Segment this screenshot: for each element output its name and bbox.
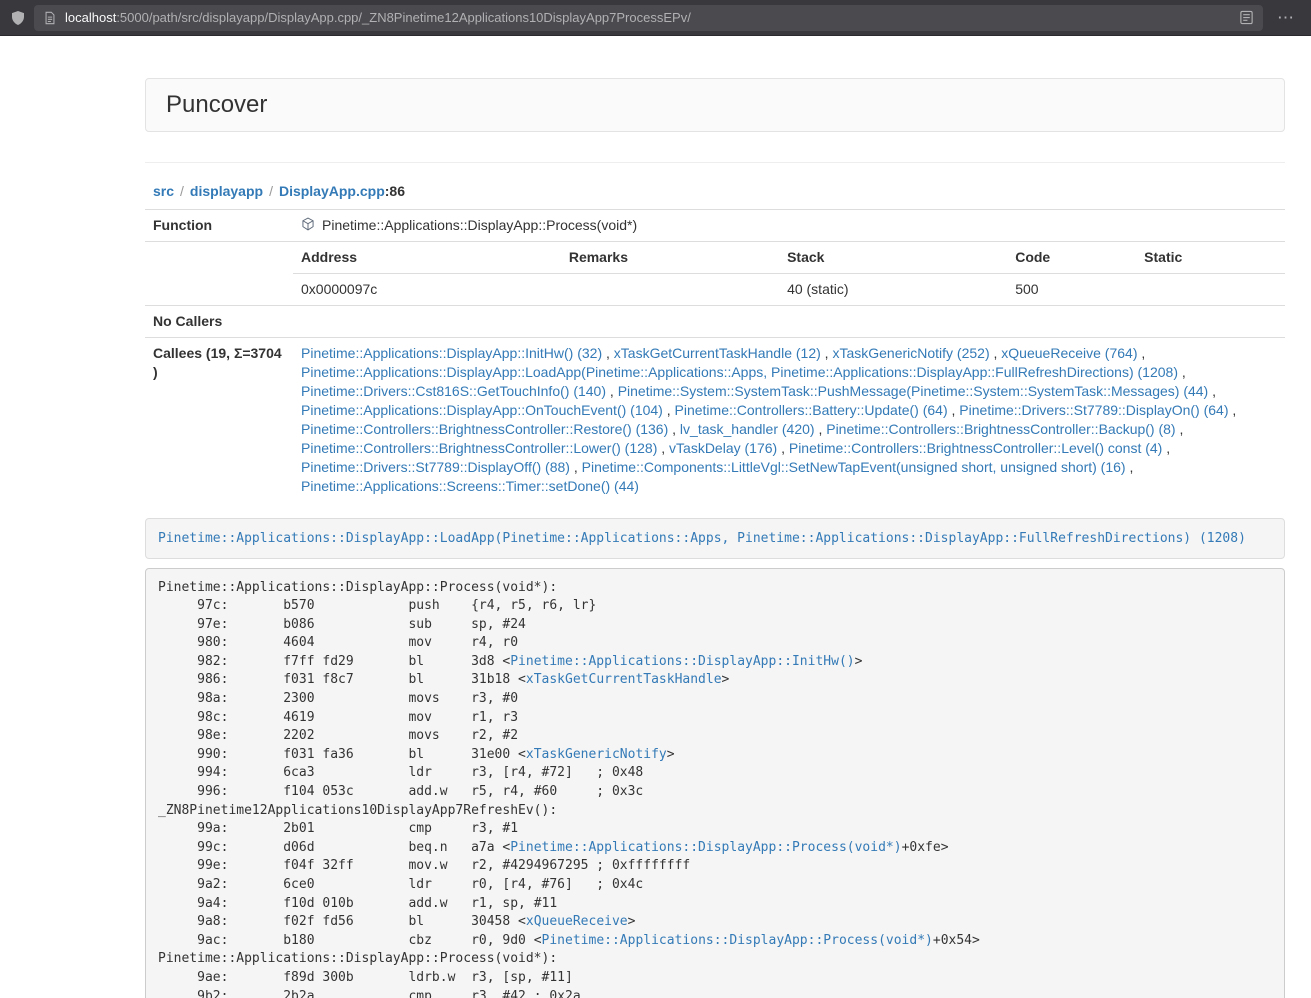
static-value xyxy=(1136,274,1285,306)
metrics-values-row: 0x0000097c 40 (static) 500 xyxy=(293,274,1285,306)
no-callers-row: No Callers xyxy=(145,306,1285,338)
callee-link[interactable]: xTaskGenericNotify (252) xyxy=(832,345,989,361)
page-info-icon[interactable] xyxy=(43,11,57,25)
col-header-address: Address xyxy=(293,242,561,274)
disassembly-block: Pinetime::Applications::DisplayApp::Proc… xyxy=(145,568,1285,998)
callee-link[interactable]: Pinetime::Drivers::Cst816S::GetTouchInfo… xyxy=(301,383,606,399)
col-header-code: Code xyxy=(1007,242,1136,274)
function-name: Pinetime::Applications::DisplayApp::Proc… xyxy=(322,216,637,235)
callee-link[interactable]: xQueueReceive (764) xyxy=(1001,345,1137,361)
callee-link[interactable]: Pinetime::Controllers::BrightnessControl… xyxy=(301,440,657,456)
callee-link[interactable]: vTaskDelay (176) xyxy=(669,440,777,456)
breadcrumb-link-src[interactable]: src xyxy=(153,183,174,199)
reader-mode-icon[interactable] xyxy=(1239,10,1254,25)
symbol-link[interactable]: xTaskGetCurrentTaskHandle xyxy=(526,672,722,687)
url-host: localhost xyxy=(65,10,116,25)
page-title-panel: Puncover xyxy=(145,78,1285,132)
url-bar[interactable]: localhost:5000/path/src/displayapp/Displ… xyxy=(34,5,1263,31)
callee-link[interactable]: Pinetime::Drivers::St7789::DisplayOn() (… xyxy=(959,402,1228,418)
callee-link[interactable]: Pinetime::Applications::DisplayApp::OnTo… xyxy=(301,402,663,418)
callee-link[interactable]: Pinetime::System::SystemTask::PushMessag… xyxy=(618,383,1209,399)
callee-link[interactable]: Pinetime::Applications::DisplayApp::Load… xyxy=(301,364,1178,380)
breadcrumb-line-number: :86 xyxy=(385,183,405,199)
page-title: Puncover xyxy=(166,91,1264,119)
symbol-link[interactable]: Pinetime::Applications::DisplayApp::Proc… xyxy=(542,933,933,948)
callee-link[interactable]: xTaskGetCurrentTaskHandle (12) xyxy=(614,345,821,361)
metrics-table: Address Remarks Stack Code Static 0x0000… xyxy=(293,242,1285,305)
callee-link[interactable]: lv_task_handler (420) xyxy=(680,421,815,437)
url-path: :5000/path/src/displayapp/DisplayApp.cpp… xyxy=(116,10,691,25)
callee-link[interactable]: Pinetime::Controllers::BrightnessControl… xyxy=(826,421,1175,437)
symbol-link[interactable]: Pinetime::Applications::DisplayApp::Init… xyxy=(510,654,854,669)
breadcrumb-separator: / xyxy=(180,183,184,199)
function-table: Function Pinetime::Applications::Display… xyxy=(145,209,1285,502)
breadcrumb-link-displayapp[interactable]: displayapp xyxy=(190,183,263,199)
callee-link[interactable]: Pinetime::Controllers::BrightnessControl… xyxy=(301,421,668,437)
callee-panel-heading-link[interactable]: Pinetime::Applications::DisplayApp::Load… xyxy=(158,531,1246,546)
remarks-value xyxy=(561,274,779,306)
col-header-stack: Stack xyxy=(779,242,1007,274)
breadcrumb-link-file[interactable]: DisplayApp.cpp xyxy=(279,183,385,199)
col-header-remarks: Remarks xyxy=(561,242,779,274)
breadcrumb: src / displayapp / DisplayApp.cpp:86 xyxy=(145,183,1285,199)
stack-value: 40 (static) xyxy=(779,274,1007,306)
callees-row: Callees (19, Σ=3704 ) Pinetime::Applicat… xyxy=(145,338,1285,503)
function-row-label: Function xyxy=(145,210,293,242)
no-callers-label: No Callers xyxy=(145,306,293,338)
callee-link[interactable]: Pinetime::Applications::DisplayApp::Init… xyxy=(301,345,602,361)
col-header-static: Static xyxy=(1136,242,1285,274)
divider xyxy=(145,162,1285,163)
function-row: Function Pinetime::Applications::Display… xyxy=(145,210,1285,242)
symbol-link[interactable]: Pinetime::Applications::DisplayApp::Proc… xyxy=(510,840,901,855)
callee-link[interactable]: Pinetime::Applications::Screens::Timer::… xyxy=(301,478,639,494)
callee-link[interactable]: Pinetime::Components::LittleVgl::SetNewT… xyxy=(582,459,1126,475)
callees-list: Pinetime::Applications::DisplayApp::Init… xyxy=(293,338,1285,503)
symbol-link[interactable]: xQueueReceive xyxy=(526,914,628,929)
address-value: 0x0000097c xyxy=(293,274,561,306)
tracking-protection-shield-icon[interactable] xyxy=(10,10,26,26)
page-actions-menu-icon[interactable]: ⋯ xyxy=(1271,9,1301,26)
code-value: 500 xyxy=(1007,274,1136,306)
callee-link[interactable]: Pinetime::Drivers::St7789::DisplayOff() … xyxy=(301,459,570,475)
callee-detail-panel: Pinetime::Applications::DisplayApp::Load… xyxy=(145,518,1285,559)
browser-toolbar: localhost:5000/path/src/displayapp/Displ… xyxy=(0,0,1311,36)
callee-link[interactable]: Pinetime::Controllers::Battery::Update()… xyxy=(675,402,948,418)
function-icon xyxy=(301,217,315,236)
breadcrumb-separator: / xyxy=(269,183,273,199)
callees-label: Callees (19, Σ=3704 ) xyxy=(145,338,293,503)
url-text: localhost:5000/path/src/displayapp/Displ… xyxy=(65,10,1231,25)
metrics-row: Address Remarks Stack Code Static 0x0000… xyxy=(145,242,1285,306)
symbol-link[interactable]: xTaskGenericNotify xyxy=(526,747,667,762)
callee-link[interactable]: Pinetime::Controllers::BrightnessControl… xyxy=(789,440,1162,456)
page-content: Puncover src / displayapp / DisplayApp.cpp:8… xyxy=(145,78,1285,998)
